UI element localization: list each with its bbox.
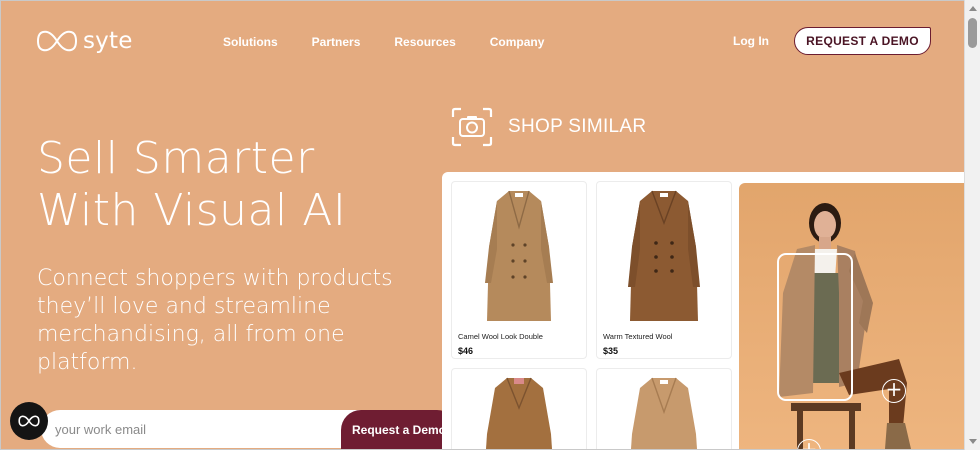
coat-image: [486, 377, 552, 449]
scroll-down-arrow-icon[interactable]: [969, 439, 977, 444]
product-card[interactable]: [596, 368, 732, 449]
product-name: Warm Textured Wool: [603, 332, 673, 341]
nav-resources[interactable]: Resources: [394, 35, 455, 49]
logo-text: syte: [83, 28, 133, 54]
request-demo-submit-button[interactable]: Request a Demo: [341, 410, 457, 449]
page: syte Solutions Partners Resources Compan…: [0, 0, 964, 450]
request-demo-button[interactable]: REQUEST A DEMO: [794, 27, 931, 55]
coat-image: [485, 190, 553, 321]
chat-icon: [18, 415, 40, 427]
work-email-input[interactable]: [41, 410, 361, 448]
scroll-up-arrow-icon[interactable]: [969, 6, 977, 11]
coat-image: [631, 377, 697, 449]
vertical-scrollbar[interactable]: [964, 0, 980, 450]
infinity-logo-icon: [37, 30, 77, 52]
product-card[interactable]: Camel Wool Look Double $46: [451, 181, 587, 359]
model-photo: + +: [739, 183, 964, 449]
product-name: Camel Wool Look Double: [458, 332, 543, 341]
detection-bounding-box[interactable]: [777, 253, 853, 401]
add-hotspot-button[interactable]: +: [882, 379, 906, 403]
email-signup-form: Request a Demo: [41, 410, 457, 449]
coat-image: [628, 190, 700, 321]
product-card[interactable]: Warm Textured Wool $35: [596, 181, 732, 359]
nav-solutions[interactable]: Solutions: [223, 35, 278, 49]
shop-similar-header: SHOP SIMILAR: [451, 107, 646, 147]
nav-company[interactable]: Company: [490, 35, 545, 49]
nav-partners[interactable]: Partners: [312, 35, 361, 49]
shop-similar-label: SHOP SIMILAR: [508, 116, 647, 137]
product-card[interactable]: [451, 368, 587, 449]
chat-button[interactable]: [10, 402, 48, 440]
hero-title: Sell Smarter With Visual AI: [37, 133, 346, 237]
shop-similar-panel: Camel Wool Look Double $46 Warm Textured…: [442, 172, 964, 449]
hero-subtitle: Connect shoppers with products they’ll l…: [37, 266, 393, 375]
syte-logo[interactable]: syte: [37, 28, 133, 54]
camera-scan-icon: [451, 107, 493, 147]
hero-title-line-1: Sell Smarter: [37, 133, 315, 184]
scrollbar-thumb[interactable]: [968, 18, 977, 48]
main-nav: Solutions Partners Resources Company: [223, 35, 578, 49]
product-price: $35: [603, 346, 619, 356]
login-link[interactable]: Log In: [733, 34, 769, 48]
hero-title-line-2: With Visual AI: [37, 185, 347, 236]
product-price: $46: [458, 346, 474, 356]
